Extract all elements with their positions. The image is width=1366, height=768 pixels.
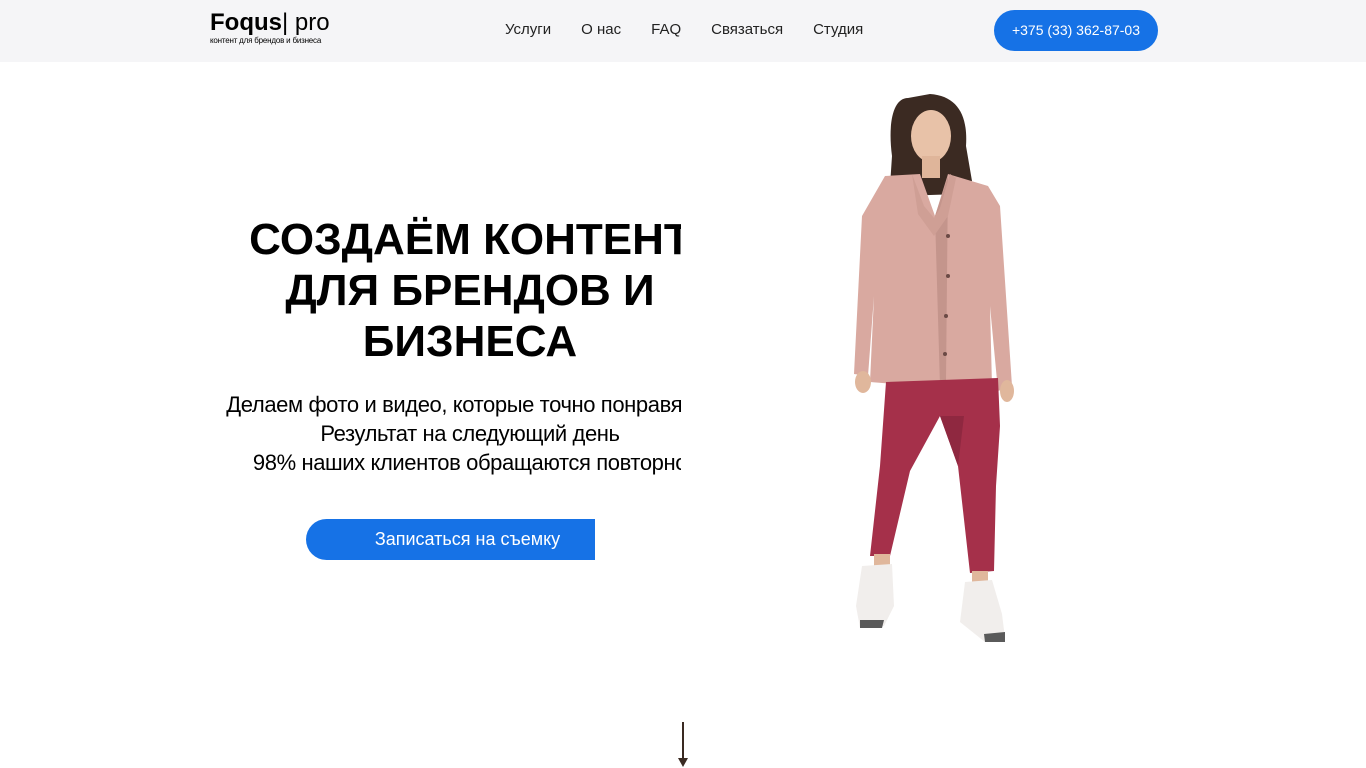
hero-title: СОЗДАЁМ КОНТЕНТ ДЛЯ БРЕНДОВ И БИЗНЕСА (249, 215, 681, 366)
hero-subtitle: Делаем фото и видео, которые точно понра… (200, 390, 681, 477)
arrow-down-icon[interactable] (673, 720, 693, 768)
logo-brand: Foqus (210, 9, 282, 36)
logo-wordmark: Foqus| pro (210, 10, 350, 36)
phone-button[interactable]: +375 (33) 362-87-03 (994, 10, 1158, 51)
nav-item-contact[interactable]: Связаться (711, 20, 783, 40)
main-nav: Услуги О нас FAQ Связаться Студия (505, 20, 893, 40)
logo[interactable]: Foqus| pro контент для брендов и бизнеса (210, 10, 350, 50)
nav-item-studio[interactable]: Студия (813, 20, 863, 40)
model-photo (854, 94, 1014, 642)
nav-item-services[interactable]: Услуги (505, 20, 551, 40)
logo-tagline: контент для брендов и бизнеса (210, 36, 322, 45)
hero-subtitle-line: Результат на следующий день (320, 421, 620, 446)
book-shoot-button[interactable]: Записаться на съемку (306, 519, 595, 560)
hero-subtitle-line: Делаем фото и видео, которые точно понра… (226, 392, 681, 417)
nav-item-faq[interactable]: FAQ (651, 20, 681, 40)
site-header: Foqus| pro контент для брендов и бизнеса… (0, 0, 1366, 62)
nav-item-about[interactable]: О нас (581, 20, 621, 40)
logo-suffix: pro (288, 9, 330, 36)
hero-subtitle-line: 98% наших клиентов обращаются повторно (252, 450, 681, 475)
